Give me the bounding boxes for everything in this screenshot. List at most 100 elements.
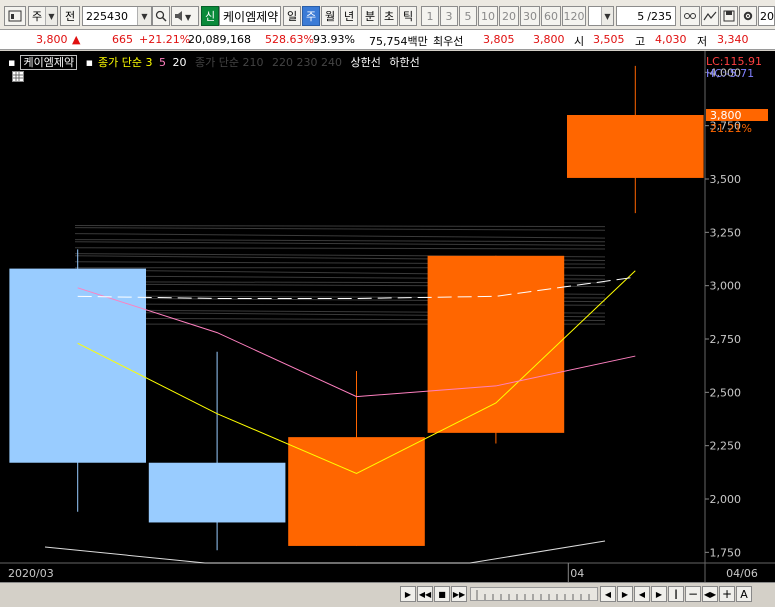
grid-icon[interactable] bbox=[12, 71, 24, 82]
move-next-icon[interactable]: ▶ bbox=[651, 586, 667, 602]
y-tick-label: 3,250 bbox=[710, 226, 742, 239]
hc-label: HC:-5.71 bbox=[706, 67, 754, 80]
legend-ma-label[interactable]: 종가 단순 3 bbox=[98, 56, 152, 69]
auto-scale-button[interactable]: A bbox=[736, 586, 752, 602]
y-tick-label: 1,750 bbox=[710, 546, 742, 559]
chart-scroll-bar: ▶ ◀◀ ■ ▶▶ ◀ ▶ ◀ ▶ ┃ − ◀▶ + A bbox=[0, 582, 775, 607]
interval-custom-select[interactable]: ▼ bbox=[588, 6, 614, 26]
long-ma-line bbox=[74, 233, 606, 239]
legend-marker-icon: ▪ bbox=[8, 56, 16, 69]
interval-30[interactable]: 30 bbox=[520, 6, 540, 26]
scroll-begin-icon[interactable]: ◀◀ bbox=[417, 586, 433, 602]
legend-ma2-label[interactable]: 종가 단순 210 bbox=[195, 56, 263, 69]
price-change: 665 bbox=[112, 33, 133, 46]
scroll-track[interactable] bbox=[470, 587, 598, 601]
tab-second[interactable]: 초 bbox=[380, 6, 398, 26]
mode-select[interactable]: 주 ▼ bbox=[28, 6, 58, 26]
sound-icon[interactable]: ▼ bbox=[171, 6, 199, 26]
x-tick-label: 2020/03 bbox=[8, 567, 54, 580]
svg-text:▼: ▼ bbox=[185, 13, 192, 22]
current-price-label: 3,800 bbox=[710, 109, 742, 122]
interval-120[interactable]: 120 bbox=[562, 6, 586, 26]
price-chart[interactable]: 4,000 3,750 3,500 3,250 3,000 2,750 2,500 2,250… bbox=[0, 51, 775, 582]
high-label: 고 bbox=[635, 35, 646, 48]
interval-1[interactable]: 1 bbox=[421, 6, 439, 26]
legend-ma-20[interactable]: 20 bbox=[173, 56, 187, 69]
prev-button[interactable]: 전 bbox=[60, 6, 80, 26]
chart-compare-icon[interactable] bbox=[701, 6, 719, 26]
tab-daily[interactable]: 일 bbox=[283, 6, 301, 26]
save-icon[interactable] bbox=[720, 6, 738, 26]
candlestick-chart-svg: 4,0003,7503,5003,2503,0002,7502,5002,250… bbox=[0, 51, 775, 582]
move-icon[interactable]: ◀ bbox=[634, 586, 650, 602]
chart-layout-icon[interactable] bbox=[4, 6, 26, 26]
chart-toolbar: 주 ▼ 전 225430 ▼ ▼ 신 케이엠제약 일 주 월 년 분 초 틱 1… bbox=[0, 0, 775, 30]
candle-body bbox=[566, 115, 704, 178]
up-arrow-icon: ▲ bbox=[72, 33, 81, 46]
interval-60[interactable]: 60 bbox=[541, 6, 561, 26]
low-label: 저 bbox=[697, 35, 708, 48]
long-ma-line bbox=[74, 247, 606, 250]
current-price: 3,800 bbox=[36, 33, 68, 46]
long-ma-line bbox=[74, 227, 606, 231]
extra-field[interactable]: 20 bbox=[758, 6, 775, 26]
zoom-in-icon[interactable]: ◀ bbox=[600, 586, 616, 602]
tab-tick[interactable]: 틱 bbox=[399, 6, 417, 26]
current-change-label: 21.21% bbox=[710, 122, 752, 135]
y-tick-label: 2,000 bbox=[710, 493, 742, 506]
turnover-rate: 93.93% bbox=[313, 33, 355, 46]
y-tick-label: 3,000 bbox=[710, 280, 742, 293]
interval-5[interactable]: 5 bbox=[459, 6, 477, 26]
legend-lower-limit[interactable]: 하한선 bbox=[389, 56, 419, 69]
tab-minute[interactable]: 분 bbox=[361, 6, 379, 26]
plus-icon[interactable]: + bbox=[719, 586, 735, 602]
long-ma-line bbox=[74, 225, 606, 228]
chart-legend: ▪ 케이엠제약 ▪ 종가 단순 3 5 20 종가 단순 210 220 230 2… bbox=[8, 54, 425, 70]
best-bid: 3,800 bbox=[533, 33, 565, 46]
zoom-out-icon[interactable]: ▶ bbox=[617, 586, 633, 602]
minus-icon[interactable]: − bbox=[685, 586, 701, 602]
candle-body bbox=[427, 255, 565, 433]
interval-10[interactable]: 10 bbox=[478, 6, 498, 26]
tab-yearly[interactable]: 년 bbox=[340, 6, 358, 26]
stock-name-field[interactable]: 케이엠제약 bbox=[219, 6, 281, 26]
y-tick-label: 2,500 bbox=[710, 386, 742, 399]
legend-ma2-more[interactable]: 220 230 240 bbox=[272, 56, 342, 69]
best-ask: 3,805 bbox=[483, 33, 515, 46]
scroll-right-icon[interactable]: ▶ bbox=[400, 586, 416, 602]
x-tick-label: 04/06 bbox=[726, 567, 758, 580]
gear-icon[interactable] bbox=[739, 6, 757, 26]
long-ma-line bbox=[74, 241, 606, 246]
stop-icon[interactable]: ■ bbox=[434, 586, 450, 602]
high-value: 4,030 bbox=[655, 33, 687, 46]
reset-icon[interactable]: ┃ bbox=[668, 586, 684, 602]
legend-stock-name[interactable]: 케이엠제약 bbox=[20, 55, 78, 70]
quick-badge[interactable]: 신 bbox=[201, 6, 219, 26]
count-total: /235 bbox=[647, 9, 672, 23]
expand-icon[interactable]: ◀▶ bbox=[702, 586, 718, 602]
volume: 20,089,168 bbox=[188, 33, 251, 46]
tab-weekly[interactable]: 주 bbox=[302, 6, 320, 26]
interval-3[interactable]: 3 bbox=[440, 6, 458, 26]
change-percent: +21.21% bbox=[139, 33, 191, 46]
tab-monthly[interactable]: 월 bbox=[321, 6, 339, 26]
legend-upper-limit[interactable]: 상한선 bbox=[350, 56, 380, 69]
candle-body bbox=[148, 462, 286, 523]
long-ma-line bbox=[74, 239, 606, 243]
y-tick-label: 2,250 bbox=[710, 440, 742, 453]
legend-ma-5[interactable]: 5 bbox=[159, 56, 166, 69]
search-icon[interactable] bbox=[152, 6, 170, 26]
stock-code-input[interactable]: 225430 ▼ bbox=[82, 6, 152, 26]
quote-bar: 3,800 ▲ 665 +21.21% 20,089,168 528.63% 9… bbox=[0, 30, 775, 50]
open-value: 3,505 bbox=[593, 33, 625, 46]
trade-amount: 75,754백만 bbox=[369, 35, 428, 48]
scroll-end-icon[interactable]: ▶▶ bbox=[451, 586, 467, 602]
interval-20[interactable]: 20 bbox=[499, 6, 519, 26]
best-price-label: 최우선 bbox=[433, 35, 464, 48]
count-field[interactable]: 5 /235 bbox=[616, 6, 676, 26]
open-label: 시 bbox=[574, 35, 585, 48]
x-tick-label: 04 bbox=[570, 567, 584, 580]
candle-body bbox=[9, 268, 147, 463]
count-value: 5 bbox=[637, 9, 645, 23]
lock-icon[interactable] bbox=[680, 6, 700, 26]
